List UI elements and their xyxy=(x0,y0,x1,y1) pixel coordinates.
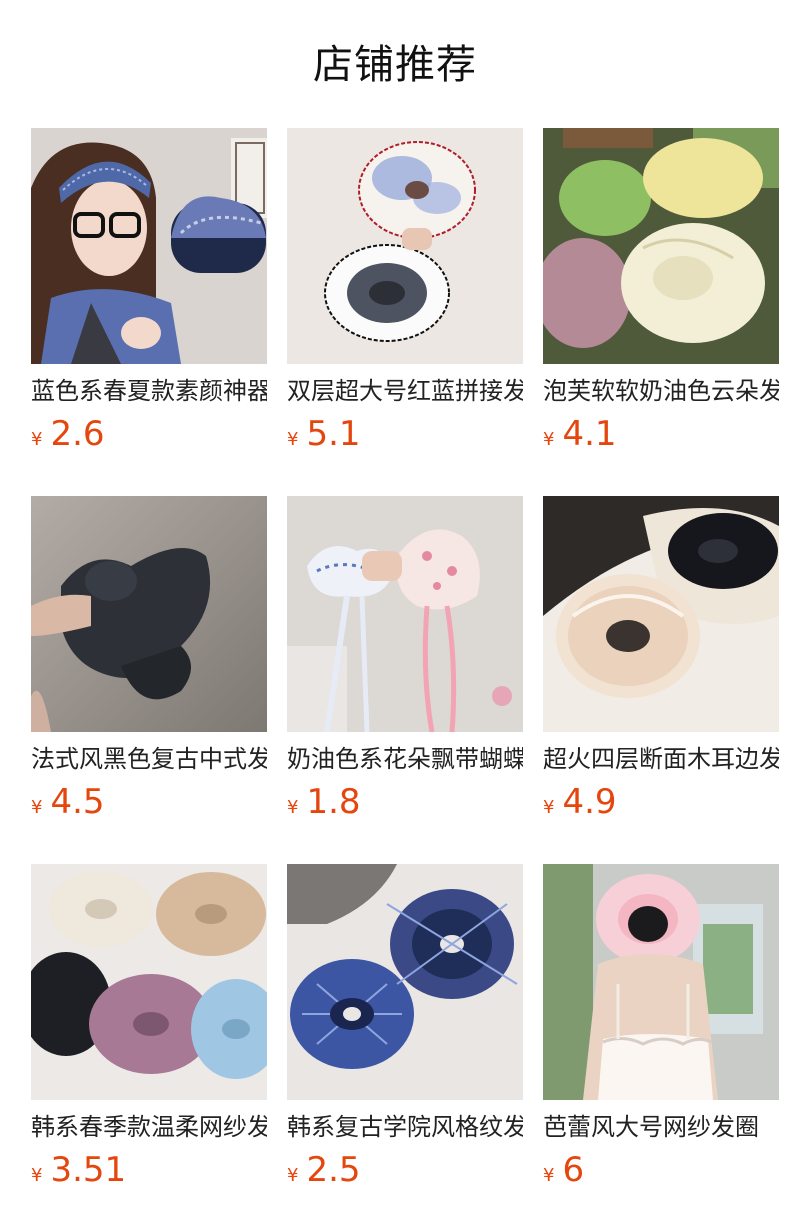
product-card[interactable]: 韩系复古学院风格纹发圈 ¥ 2.5 xyxy=(287,864,523,1200)
product-name[interactable]: 双层超大号红蓝拼接发圈 xyxy=(287,376,523,406)
price-amount: 4.5 xyxy=(50,782,105,822)
price-amount: 1.8 xyxy=(306,782,361,822)
product-price: ¥ 4.5 xyxy=(31,782,267,822)
currency-symbol: ¥ xyxy=(543,429,555,450)
section-header: 店铺推荐 xyxy=(0,0,790,128)
price-amount: 4.9 xyxy=(562,782,617,822)
currency-symbol: ¥ xyxy=(31,1165,43,1186)
currency-symbol: ¥ xyxy=(543,1165,555,1186)
product-card[interactable]: 超火四层断面木耳边发圈 ¥ 4.9 xyxy=(543,496,779,832)
product-price: ¥ 5.1 xyxy=(287,414,523,454)
product-name[interactable]: 奶油色系花朵飘带蝴蝶结发圈 xyxy=(287,744,523,774)
product-name[interactable]: 法式风黑色复古中式发圈 xyxy=(31,744,267,774)
product-card[interactable]: 蓝色系春夏款素颜神器发箍 ¥ 2.6 xyxy=(31,128,267,464)
product-image[interactable] xyxy=(31,496,267,732)
product-image[interactable] xyxy=(287,864,523,1100)
product-card[interactable]: 奶油色系花朵飘带蝴蝶结发圈 ¥ 1.8 xyxy=(287,496,523,832)
product-grid: 蓝色系春夏款素颜神器发箍 ¥ 2.6 双层超大号红蓝拼接发圈 xyxy=(0,128,790,1200)
currency-symbol: ¥ xyxy=(31,797,43,818)
price-amount: 5.1 xyxy=(306,414,361,454)
currency-symbol: ¥ xyxy=(543,797,555,818)
currency-symbol: ¥ xyxy=(31,429,43,450)
product-price: ¥ 2.6 xyxy=(31,414,267,454)
product-card[interactable]: 韩系春季款温柔网纱发圈 ¥ 3.51 xyxy=(31,864,267,1200)
product-name[interactable]: 芭蕾风大号网纱发圈 xyxy=(543,1112,779,1142)
product-price: ¥ 3.51 xyxy=(31,1150,267,1190)
product-price: ¥ 2.5 xyxy=(287,1150,523,1190)
product-name[interactable]: 韩系春季款温柔网纱发圈 xyxy=(31,1112,267,1142)
product-card[interactable]: 泡芙软软奶油色云朵发圈 ¥ 4.1 xyxy=(543,128,779,464)
currency-symbol: ¥ xyxy=(287,797,299,818)
product-card[interactable]: 双层超大号红蓝拼接发圈 ¥ 5.1 xyxy=(287,128,523,464)
product-image[interactable] xyxy=(543,864,779,1100)
product-image[interactable] xyxy=(287,128,523,364)
product-card[interactable]: 芭蕾风大号网纱发圈 ¥ 6 xyxy=(543,864,779,1200)
product-image[interactable] xyxy=(543,496,779,732)
product-price: ¥ 1.8 xyxy=(287,782,523,822)
product-price: ¥ 4.9 xyxy=(543,782,779,822)
product-name[interactable]: 超火四层断面木耳边发圈 xyxy=(543,744,779,774)
product-price: ¥ 4.1 xyxy=(543,414,779,454)
price-amount: 2.6 xyxy=(50,414,105,454)
price-amount: 4.1 xyxy=(562,414,617,454)
section-title: 店铺推荐 xyxy=(313,42,477,88)
currency-symbol: ¥ xyxy=(287,1165,299,1186)
product-image[interactable] xyxy=(287,496,523,732)
product-name[interactable]: 泡芙软软奶油色云朵发圈 xyxy=(543,376,779,406)
price-amount: 6 xyxy=(562,1150,585,1190)
product-price: ¥ 6 xyxy=(543,1150,779,1190)
product-name[interactable]: 韩系复古学院风格纹发圈 xyxy=(287,1112,523,1142)
product-image[interactable] xyxy=(543,128,779,364)
currency-symbol: ¥ xyxy=(287,429,299,450)
product-card[interactable]: 法式风黑色复古中式发圈 ¥ 4.5 xyxy=(31,496,267,832)
price-amount: 2.5 xyxy=(306,1150,361,1190)
price-amount: 3.51 xyxy=(50,1150,127,1190)
product-image[interactable] xyxy=(31,864,267,1100)
product-name[interactable]: 蓝色系春夏款素颜神器发箍 xyxy=(31,376,267,406)
product-image[interactable] xyxy=(31,128,267,364)
